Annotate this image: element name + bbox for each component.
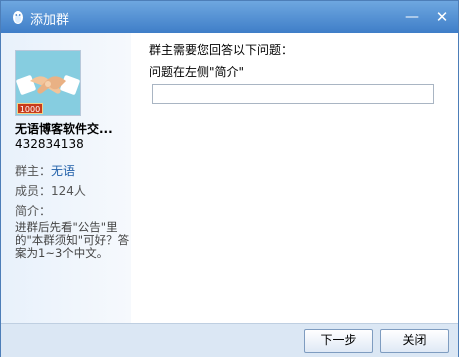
dialog-footer: 下一步 关闭 (1, 323, 458, 357)
question-text: 问题在左侧"简介" (149, 65, 245, 79)
next-button[interactable]: 下一步 (304, 329, 373, 353)
penguin-icon (13, 11, 23, 24)
close-window-button[interactable]: ✕ (432, 7, 452, 27)
answer-input[interactable] (152, 84, 434, 104)
group-owner: 群主：无语 (15, 162, 75, 179)
add-group-dialog: 添加群 — ✕ 1000 无语博客软件交... 432834138 群主：无语 … (0, 0, 459, 357)
intro-text: 进群后先看"公告"里的"本群须知"可好？答案为1~3个中文。 (15, 220, 130, 260)
group-avatar: 1000 (15, 50, 81, 116)
owner-label: 群主： (15, 164, 52, 178)
owner-link[interactable]: 无语 (51, 164, 75, 178)
window-title: 添加群 (30, 13, 70, 28)
minimize-button[interactable]: — (402, 7, 422, 27)
intro-label: 简介： (15, 204, 52, 218)
question-title: 群主需要您回答以下问题： (149, 43, 294, 57)
level-badge: 1000 (17, 103, 43, 114)
group-info-panel: 1000 无语博客软件交... 432834138 群主：无语 成员：124人 … (1, 33, 131, 323)
minimize-icon: — (405, 9, 419, 25)
members-count: 124人 (51, 184, 86, 198)
group-name: 无语博客软件交... (15, 122, 113, 136)
close-icon: ✕ (435, 8, 449, 26)
group-id: 432834138 (15, 137, 84, 151)
group-members: 成员：124人 (15, 182, 86, 199)
close-button[interactable]: 关闭 (380, 329, 449, 353)
members-label: 成员： (15, 184, 52, 198)
title-bar[interactable]: 添加群 — ✕ (1, 1, 458, 33)
